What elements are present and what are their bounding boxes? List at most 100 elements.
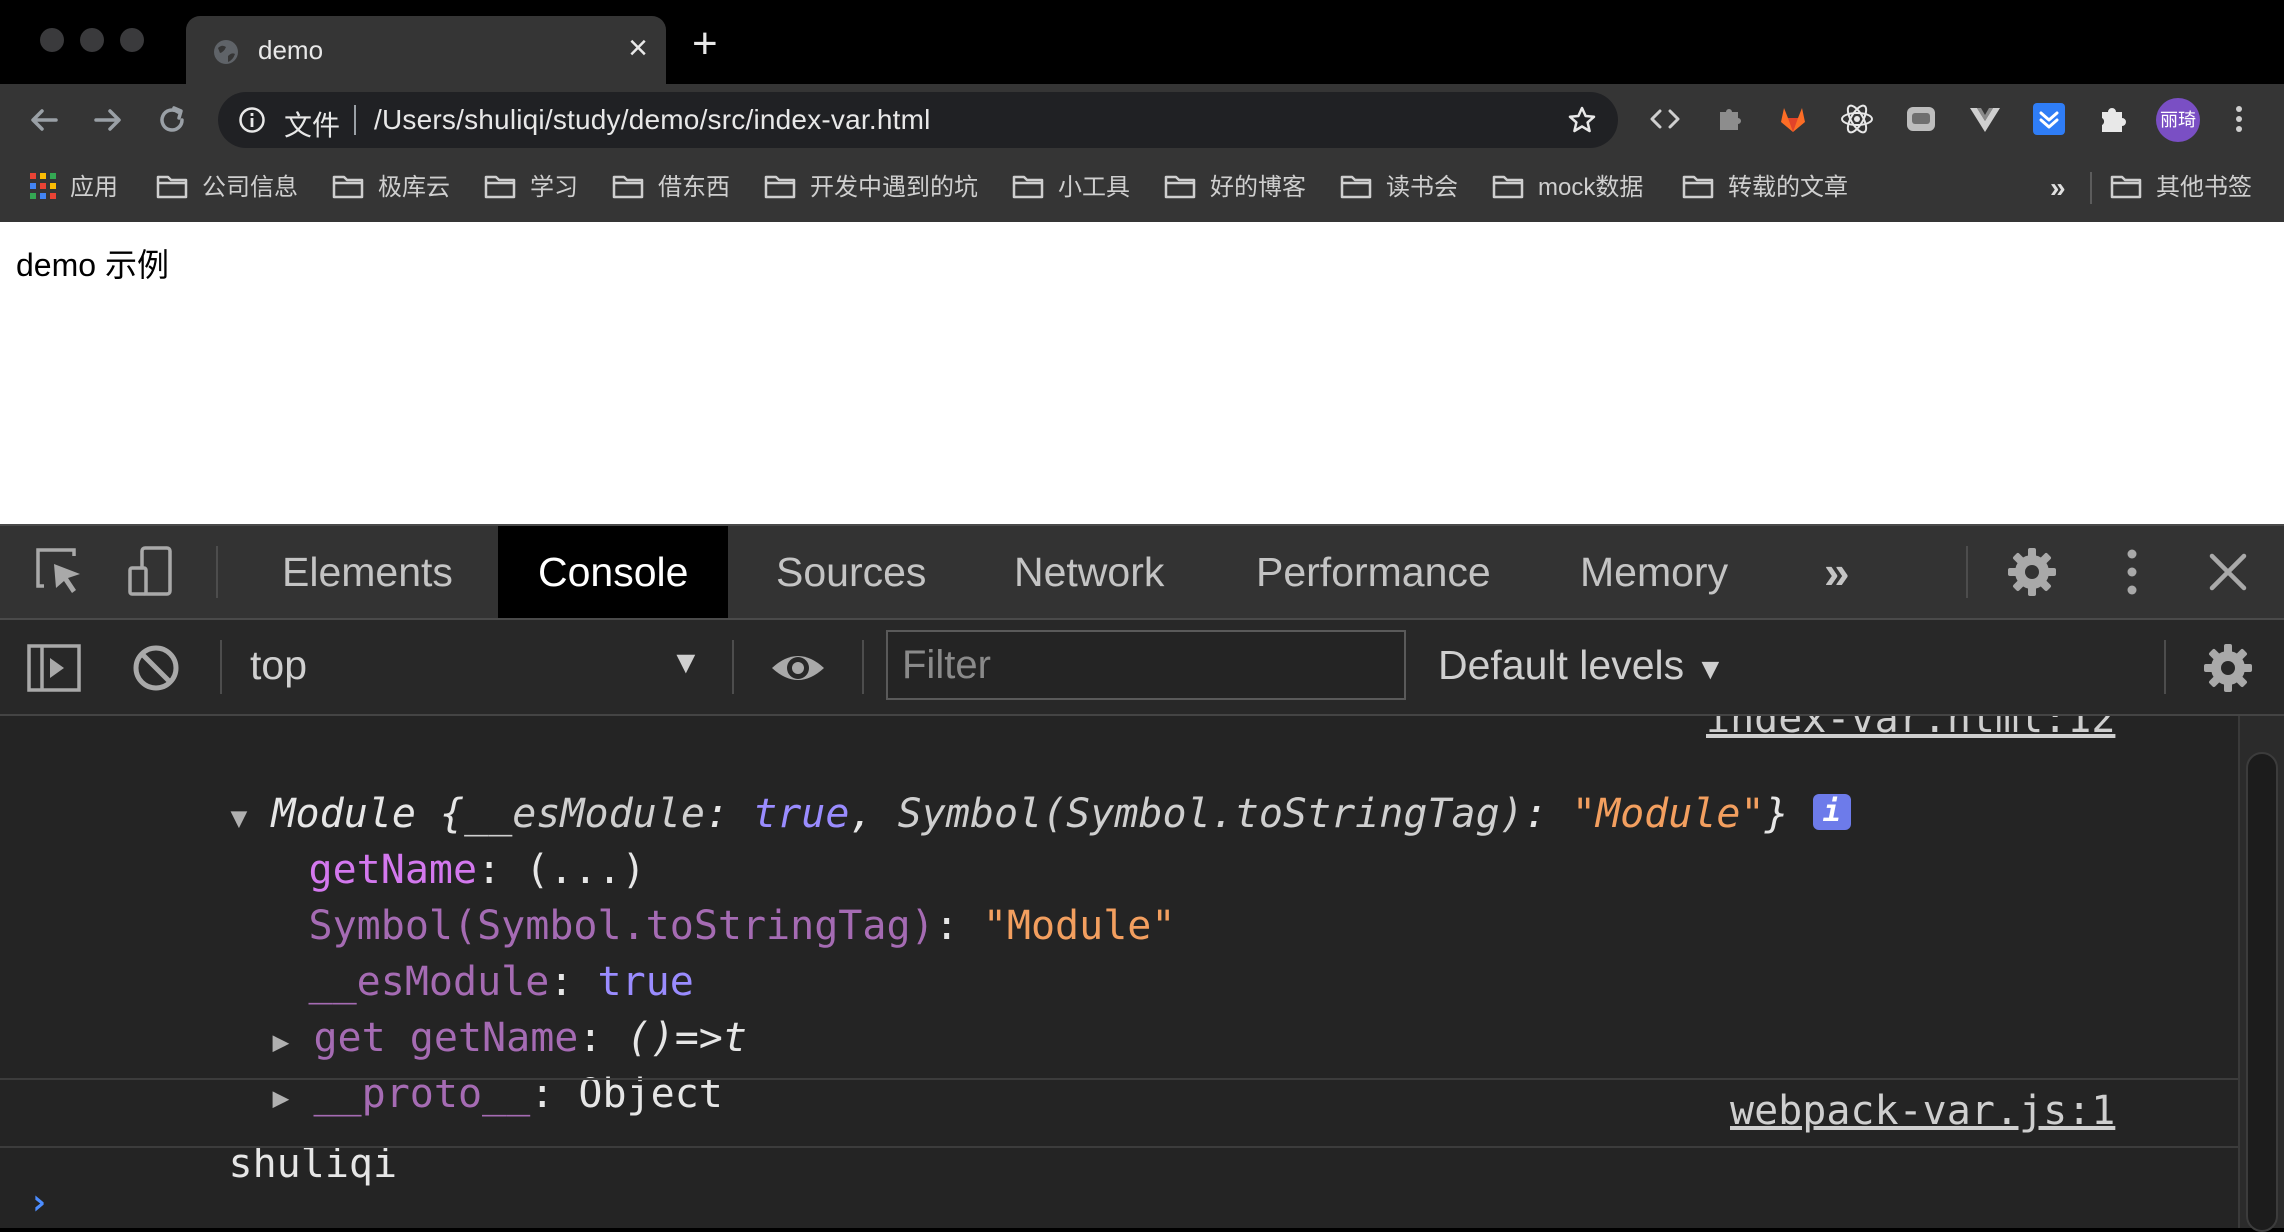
- json-viewer-icon[interactable]: [1900, 98, 1942, 140]
- console-toolbar: top ▼ Default levels ▼: [0, 620, 2284, 716]
- log-levels-label: Default levels: [1438, 642, 1685, 688]
- bookmark-folder[interactable]: mock数据: [1492, 168, 1643, 208]
- toolbar-divider: [732, 640, 734, 694]
- info-badge-icon[interactable]: i: [1812, 794, 1851, 830]
- bookmark-divider: [2090, 172, 2092, 204]
- puzzle-extension-icon[interactable]: [1708, 98, 1750, 140]
- console-output: index-var.html:12 ▼ Module {__esModule: …: [0, 716, 2238, 1228]
- bookmark-folder[interactable]: 读书会: [1340, 168, 1458, 208]
- bookmark-folder[interactable]: 公司信息: [156, 168, 298, 208]
- new-tab-button[interactable]: +: [692, 22, 718, 66]
- vue-devtools-icon[interactable]: [1964, 98, 2006, 140]
- url-text[interactable]: /Users/shuliqi/study/demo/src/index-var.…: [374, 104, 931, 136]
- react-devtools-icon[interactable]: [1836, 98, 1878, 140]
- bookmarks-overflow-button[interactable]: »: [2050, 168, 2066, 208]
- kebab-menu-icon[interactable]: [2218, 98, 2260, 140]
- bookmark-label: 极库云: [378, 174, 450, 201]
- minimize-window-button[interactable]: [80, 28, 104, 52]
- colon: :: [934, 903, 983, 949]
- bookmark-star-icon[interactable]: [1566, 104, 1598, 136]
- clear-console-icon[interactable]: [126, 638, 186, 698]
- inspect-element-icon[interactable]: [30, 542, 90, 602]
- omnibox-divider: [354, 105, 356, 135]
- toolbar-divider: [862, 640, 864, 694]
- bookmark-label: 开发中遇到的坑: [810, 174, 978, 201]
- zoom-window-button[interactable]: [120, 28, 144, 52]
- folder-icon: [1012, 175, 1044, 199]
- tab-console[interactable]: Console: [498, 526, 729, 618]
- dropdown-arrow-icon[interactable]: ▼: [670, 644, 702, 681]
- source-link[interactable]: webpack-var.js:1: [1730, 1088, 2115, 1134]
- console-settings-gear-icon[interactable]: [2198, 638, 2258, 698]
- console-scrollbar[interactable]: [2238, 716, 2284, 1232]
- tab-network[interactable]: Network: [974, 526, 1204, 618]
- globe-icon: [214, 40, 238, 64]
- tab-elements[interactable]: Elements: [242, 526, 493, 618]
- live-expression-eye-icon[interactable]: [768, 638, 828, 698]
- bookmark-folder[interactable]: 好的博客: [1164, 168, 1306, 208]
- separator: ,: [849, 791, 898, 837]
- browser-toolbar: 文件 /Users/shuliqi/study/demo/src/index-v…: [0, 84, 2284, 156]
- security-label[interactable]: 文件: [284, 104, 340, 144]
- console-prompt-icon[interactable]: ›: [28, 1182, 50, 1223]
- tab-performance[interactable]: Performance: [1216, 526, 1531, 618]
- property-key: Symbol(Symbol.toStringTag): [897, 791, 1524, 837]
- address-bar[interactable]: 文件 /Users/shuliqi/study/demo/src/index-v…: [218, 92, 1618, 148]
- tab-close-icon[interactable]: ×: [628, 30, 648, 66]
- bookmark-folder[interactable]: 转载的文章: [1682, 168, 1848, 208]
- more-tabs-button[interactable]: »: [1784, 526, 1890, 618]
- more-options-icon[interactable]: [2102, 542, 2162, 602]
- toolbar-divider: [216, 546, 218, 598]
- toolbar-divider: [2164, 640, 2166, 694]
- folder-icon: [612, 175, 644, 199]
- bookmark-folder[interactable]: 小工具: [1012, 168, 1130, 208]
- code-brackets-icon[interactable]: [1644, 98, 1686, 140]
- folder-icon: [1340, 175, 1372, 199]
- browser-tab[interactable]: demo ×: [186, 16, 666, 84]
- bookmark-label: 转载的文章: [1728, 174, 1848, 201]
- info-icon[interactable]: [238, 106, 266, 134]
- back-arrow-icon[interactable]: [22, 98, 66, 142]
- bookmarks-bar: 应用 公司信息 极库云 学习 借东西 开发中遇到的坑 小工具 好的博客 读书会 …: [0, 156, 2284, 224]
- profile-avatar[interactable]: 丽琦: [2156, 98, 2200, 142]
- tab-strip: demo × +: [0, 0, 2284, 84]
- apps-grid-icon: [30, 173, 56, 199]
- scrollbar-thumb[interactable]: [2246, 752, 2278, 1232]
- bookmark-apps[interactable]: 应用: [30, 168, 118, 208]
- close-devtools-icon[interactable]: [2198, 542, 2258, 602]
- tab-memory[interactable]: Memory: [1540, 526, 1768, 618]
- bookmark-folder[interactable]: 学习: [484, 168, 578, 208]
- tab-sources[interactable]: Sources: [736, 526, 966, 618]
- forward-arrow-icon[interactable]: [86, 98, 130, 142]
- toolbar-divider: [1966, 546, 1968, 598]
- folder-icon: [1682, 175, 1714, 199]
- save-pocket-icon[interactable]: [2028, 98, 2070, 140]
- close-window-button[interactable]: [40, 28, 64, 52]
- bookmark-label: mock数据: [1538, 174, 1644, 201]
- extensions-puzzle-icon[interactable]: [2092, 98, 2134, 140]
- reload-icon[interactable]: [150, 98, 194, 142]
- devtools-tab-bar: Elements Console Sources Network Perform…: [0, 524, 2284, 620]
- bookmark-label: 好的博客: [1210, 174, 1306, 201]
- folder-icon: [2110, 175, 2142, 199]
- bookmark-folder[interactable]: 极库云: [332, 168, 450, 208]
- bookmark-label: 应用: [70, 174, 118, 201]
- gitlab-fox-icon[interactable]: [1772, 98, 1814, 140]
- dropdown-arrow-icon: ▼: [1695, 653, 1726, 686]
- bookmark-folder[interactable]: 开发中遇到的坑: [764, 168, 978, 208]
- filter-input[interactable]: [886, 630, 1406, 700]
- device-toggle-icon[interactable]: [122, 542, 182, 602]
- log-message: shuliqi: [84, 1086, 398, 1228]
- property-value: "Module": [1571, 791, 1765, 837]
- folder-icon: [332, 175, 364, 199]
- log-levels-dropdown[interactable]: Default levels ▼: [1438, 642, 1725, 689]
- settings-gear-icon[interactable]: [2002, 542, 2062, 602]
- context-selector[interactable]: top: [250, 642, 307, 689]
- sidebar-toggle-icon[interactable]: [24, 638, 84, 698]
- bookmark-other-folder[interactable]: 其他书签: [2110, 168, 2252, 208]
- console-message-divider: [0, 1078, 2238, 1080]
- bookmark-folder[interactable]: 借东西: [612, 168, 730, 208]
- bookmark-label: 借东西: [658, 174, 730, 201]
- colon: :: [704, 791, 754, 837]
- overflow-chevron-icon: »: [2050, 172, 2066, 203]
